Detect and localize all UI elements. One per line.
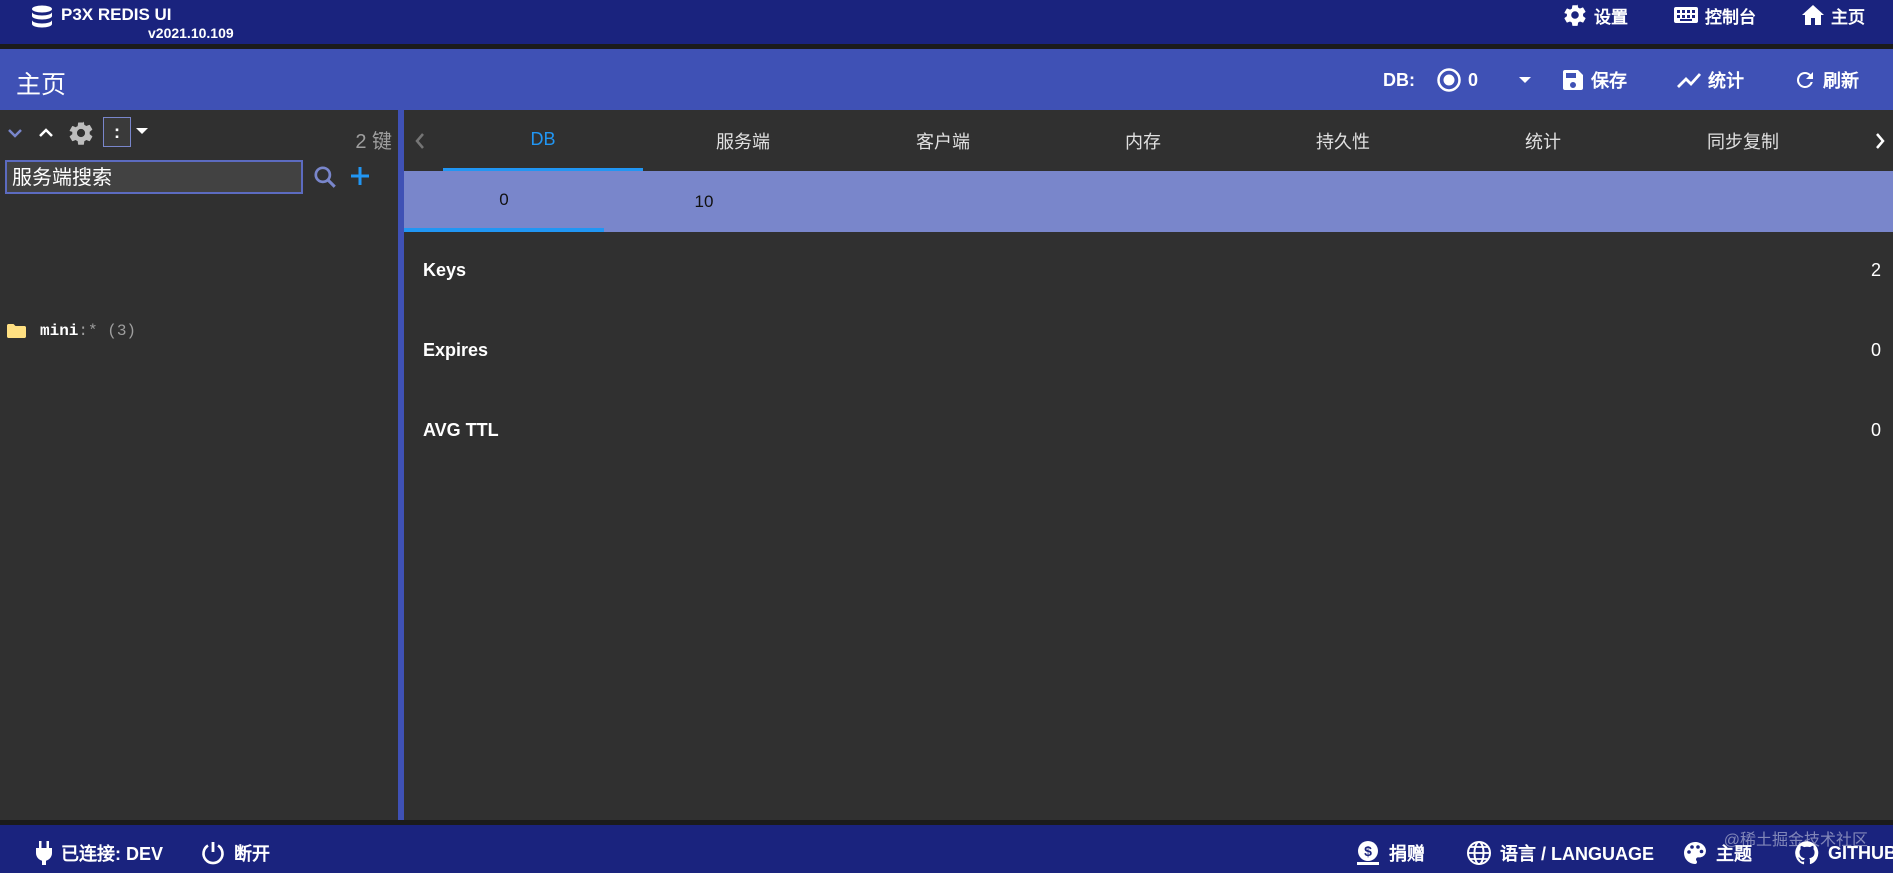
search-input[interactable] <box>5 160 303 194</box>
collapse-all-button[interactable] <box>31 118 61 148</box>
settings-button[interactable]: 设置 <box>1562 0 1628 30</box>
tab-clients[interactable]: 客户端 <box>843 110 1043 171</box>
refresh-button[interactable]: 刷新 <box>1793 67 1859 93</box>
database-icon <box>30 5 54 31</box>
radio-selected-icon <box>1436 67 1462 93</box>
stat-label: AVG TTL <box>423 420 499 440</box>
app-name: P3X REDIS UI <box>61 5 172 24</box>
db-select[interactable]: 0 <box>1436 67 1532 93</box>
tree-settings-button[interactable] <box>66 118 96 148</box>
key-count: 2 键 <box>355 131 392 153</box>
expand-all-button[interactable] <box>0 118 30 148</box>
stat-row-keys: Keys 2 <box>404 232 1893 312</box>
subtab-db-0[interactable]: 0 <box>404 171 604 232</box>
console-button[interactable]: 控制台 <box>1673 0 1756 30</box>
statistics-button[interactable]: 统计 <box>1676 67 1744 93</box>
statistics-label: 统计 <box>1708 71 1744 91</box>
watermark: @稀土掘金技术社区 <box>1723 832 1868 849</box>
page-header: 主页 DB: 0 保存 统计 刷新 <box>0 49 1893 110</box>
db-value: 0 <box>1468 69 1479 90</box>
tree-folder-separator: :* <box>78 322 98 340</box>
globe-icon <box>1466 840 1492 866</box>
chevron-up-icon <box>38 128 54 138</box>
top-bar: P3X REDIS UI v2021.10.109 设置 控制台 主页 <box>0 0 1893 44</box>
db-subtabs: 0 10 <box>404 171 1893 232</box>
palette-icon <box>1682 840 1708 866</box>
language-label: 语言 / LANGUAGE <box>1500 844 1655 864</box>
page-title: 主页 <box>16 71 67 99</box>
stat-row-expires: Expires 0 <box>404 312 1893 392</box>
donate-button[interactable]: $ 捐赠 <box>1355 839 1425 867</box>
gear-icon <box>67 119 95 147</box>
chevron-right-icon[interactable] <box>1874 132 1886 150</box>
gear-icon <box>1562 2 1588 28</box>
stat-value: 0 <box>1870 420 1881 440</box>
settings-label: 设置 <box>1594 7 1628 27</box>
stat-label: Keys <box>423 260 467 280</box>
power-icon <box>200 840 226 866</box>
svg-text:$: $ <box>1364 843 1372 859</box>
stat-row-avg-ttl: AVG TTL 0 <box>404 392 1893 472</box>
tab-server[interactable]: 服务端 <box>643 110 843 171</box>
connection-label: 已连接: DEV <box>61 844 164 864</box>
tree-folder-name: mini <box>40 322 79 340</box>
tree-folder-count: (3) <box>107 322 137 340</box>
chevron-down-icon <box>7 128 23 138</box>
plug-icon <box>35 840 53 866</box>
tab-db[interactable]: DB <box>443 110 643 171</box>
tab-persistence[interactable]: 持久性 <box>1243 110 1443 171</box>
home-icon <box>1801 4 1825 26</box>
search-icon[interactable] <box>312 164 338 190</box>
refresh-label: 刷新 <box>1823 71 1859 91</box>
tab-stats[interactable]: 统计 <box>1443 110 1643 171</box>
disconnect-label: 断开 <box>234 844 270 864</box>
stat-value: 2 <box>1870 260 1881 280</box>
home-label: 主页 <box>1831 7 1865 27</box>
divider-value: : <box>114 121 120 142</box>
chevron-left-icon[interactable] <box>414 132 426 150</box>
add-key-icon[interactable] <box>348 164 372 188</box>
tab-memory[interactable]: 内存 <box>1043 110 1243 171</box>
connection-status: 已连接: DEV <box>35 839 163 867</box>
console-label: 控制台 <box>1705 7 1756 27</box>
dropdown-arrow-icon <box>1518 76 1532 84</box>
disconnect-button[interactable]: 断开 <box>200 839 270 867</box>
footer-bar: 已连接: DEV 断开 $ 捐赠 语言 / LANGUAGE 主题 GITHUB <box>0 825 1893 873</box>
floppy-disk-icon <box>1561 68 1585 92</box>
trending-up-icon <box>1676 70 1702 90</box>
folder-icon <box>6 323 27 339</box>
language-button[interactable]: 语言 / LANGUAGE <box>1466 839 1654 867</box>
key-divider-select[interactable]: : <box>103 117 131 147</box>
save-button[interactable]: 保存 <box>1561 67 1627 93</box>
stat-value: 0 <box>1870 340 1881 360</box>
app-version: v2021.10.109 <box>148 25 234 41</box>
tab-replication[interactable]: 同步复制 <box>1643 110 1843 171</box>
home-button[interactable]: 主页 <box>1801 0 1865 30</box>
keyboard-icon <box>1673 5 1699 25</box>
db-label: DB: <box>1383 69 1415 90</box>
stat-label: Expires <box>423 340 489 360</box>
dropdown-arrow-icon[interactable] <box>136 128 148 135</box>
info-tabs: DB 服务端 客户端 内存 持久性 统计 同步复制 <box>404 110 1893 171</box>
subtab-db-10[interactable]: 10 <box>604 171 804 232</box>
save-label: 保存 <box>1591 71 1627 91</box>
donate-label: 捐赠 <box>1389 844 1425 864</box>
tree-folder-item[interactable]: mini:* (3) <box>6 322 136 340</box>
key-tree-panel: : 2 键 mini:* (3) <box>0 110 398 820</box>
donate-icon: $ <box>1355 840 1381 866</box>
refresh-icon <box>1793 68 1817 92</box>
